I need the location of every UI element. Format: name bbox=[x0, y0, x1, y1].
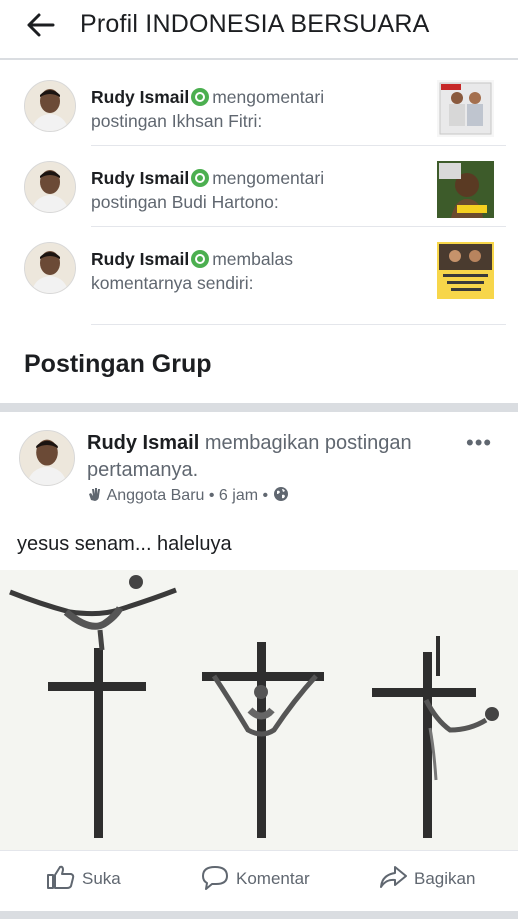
activity-thumbnail[interactable] bbox=[437, 161, 494, 218]
author-name[interactable]: Rudy Ismail bbox=[91, 87, 189, 107]
wave-hand-icon bbox=[87, 487, 107, 504]
activity-thumbnail[interactable] bbox=[437, 80, 494, 137]
meta-dot: • bbox=[262, 487, 273, 504]
bottom-separator bbox=[0, 911, 518, 919]
share-arrow-icon bbox=[378, 864, 408, 895]
thumbs-up-icon bbox=[46, 864, 76, 895]
post-meta: Anggota Baru • 6 jam • bbox=[87, 486, 289, 505]
active-status-icon bbox=[191, 169, 210, 187]
activity-item[interactable]: Rudy Ismail mengomentari postingan Budi H… bbox=[0, 145, 518, 225]
author-name[interactable]: Rudy Ismail bbox=[91, 249, 189, 269]
activity-target: komentarnya sendiri: bbox=[91, 273, 254, 293]
activity-text: Rudy Ismail mengomentari postingan Ikhsan… bbox=[91, 85, 421, 133]
divider bbox=[91, 324, 506, 325]
activity-item[interactable]: Rudy Ismail membalas komentarnya sendiri: bbox=[0, 226, 518, 306]
like-button[interactable]: Suka bbox=[46, 863, 121, 895]
like-label: Suka bbox=[82, 869, 121, 888]
activity-target: postingan Budi Hartono: bbox=[91, 192, 279, 212]
active-status-icon bbox=[191, 250, 210, 268]
share-label: Bagikan bbox=[414, 869, 476, 888]
avatar[interactable] bbox=[24, 161, 76, 213]
activity-target: postingan Ikhsan Fitri: bbox=[91, 111, 263, 131]
author-name[interactable]: Rudy Ismail bbox=[91, 168, 189, 188]
back-arrow-icon[interactable] bbox=[26, 12, 56, 38]
comment-button[interactable]: Komentar bbox=[200, 863, 310, 895]
post-header: Rudy Ismail membagikan postingan pertama… bbox=[87, 430, 457, 484]
page-title: Profil INDONESIA BERSUARA bbox=[80, 10, 430, 38]
meta-dot: • bbox=[208, 487, 219, 504]
share-button[interactable]: Bagikan bbox=[378, 863, 475, 895]
activity-action: mengomentari bbox=[212, 87, 325, 107]
activity-thumbnail[interactable] bbox=[437, 242, 494, 299]
activity-action: mengomentari bbox=[212, 168, 325, 188]
post-image[interactable] bbox=[0, 570, 518, 850]
comment-label: Komentar bbox=[236, 869, 310, 888]
member-badge: Anggota Baru bbox=[106, 487, 205, 504]
activity-text: Rudy Ismail mengomentari postingan Budi H… bbox=[91, 166, 421, 214]
post-text: yesus senam... haleluya bbox=[17, 533, 232, 555]
avatar[interactable] bbox=[19, 430, 75, 486]
more-options-icon[interactable]: ••• bbox=[466, 430, 492, 456]
avatar[interactable] bbox=[24, 80, 76, 132]
top-bar: Profil INDONESIA BERSUARA bbox=[0, 0, 518, 60]
active-status-icon bbox=[191, 88, 210, 106]
globe-icon bbox=[273, 487, 289, 504]
activity-text: Rudy Ismail membalas komentarnya sendiri: bbox=[91, 247, 421, 295]
activity-item[interactable]: Rudy Ismail mengomentari postingan Ikhsan… bbox=[0, 64, 518, 144]
post-action-bar: Suka Komentar Bagikan bbox=[0, 851, 518, 911]
section-separator bbox=[0, 403, 518, 412]
post-time[interactable]: 6 jam bbox=[219, 487, 258, 504]
comment-bubble-icon bbox=[200, 864, 230, 895]
section-title: Postingan Grup bbox=[24, 350, 212, 378]
post-author[interactable]: Rudy Ismail bbox=[87, 432, 199, 454]
avatar[interactable] bbox=[24, 242, 76, 294]
activity-action: membalas bbox=[212, 249, 293, 269]
